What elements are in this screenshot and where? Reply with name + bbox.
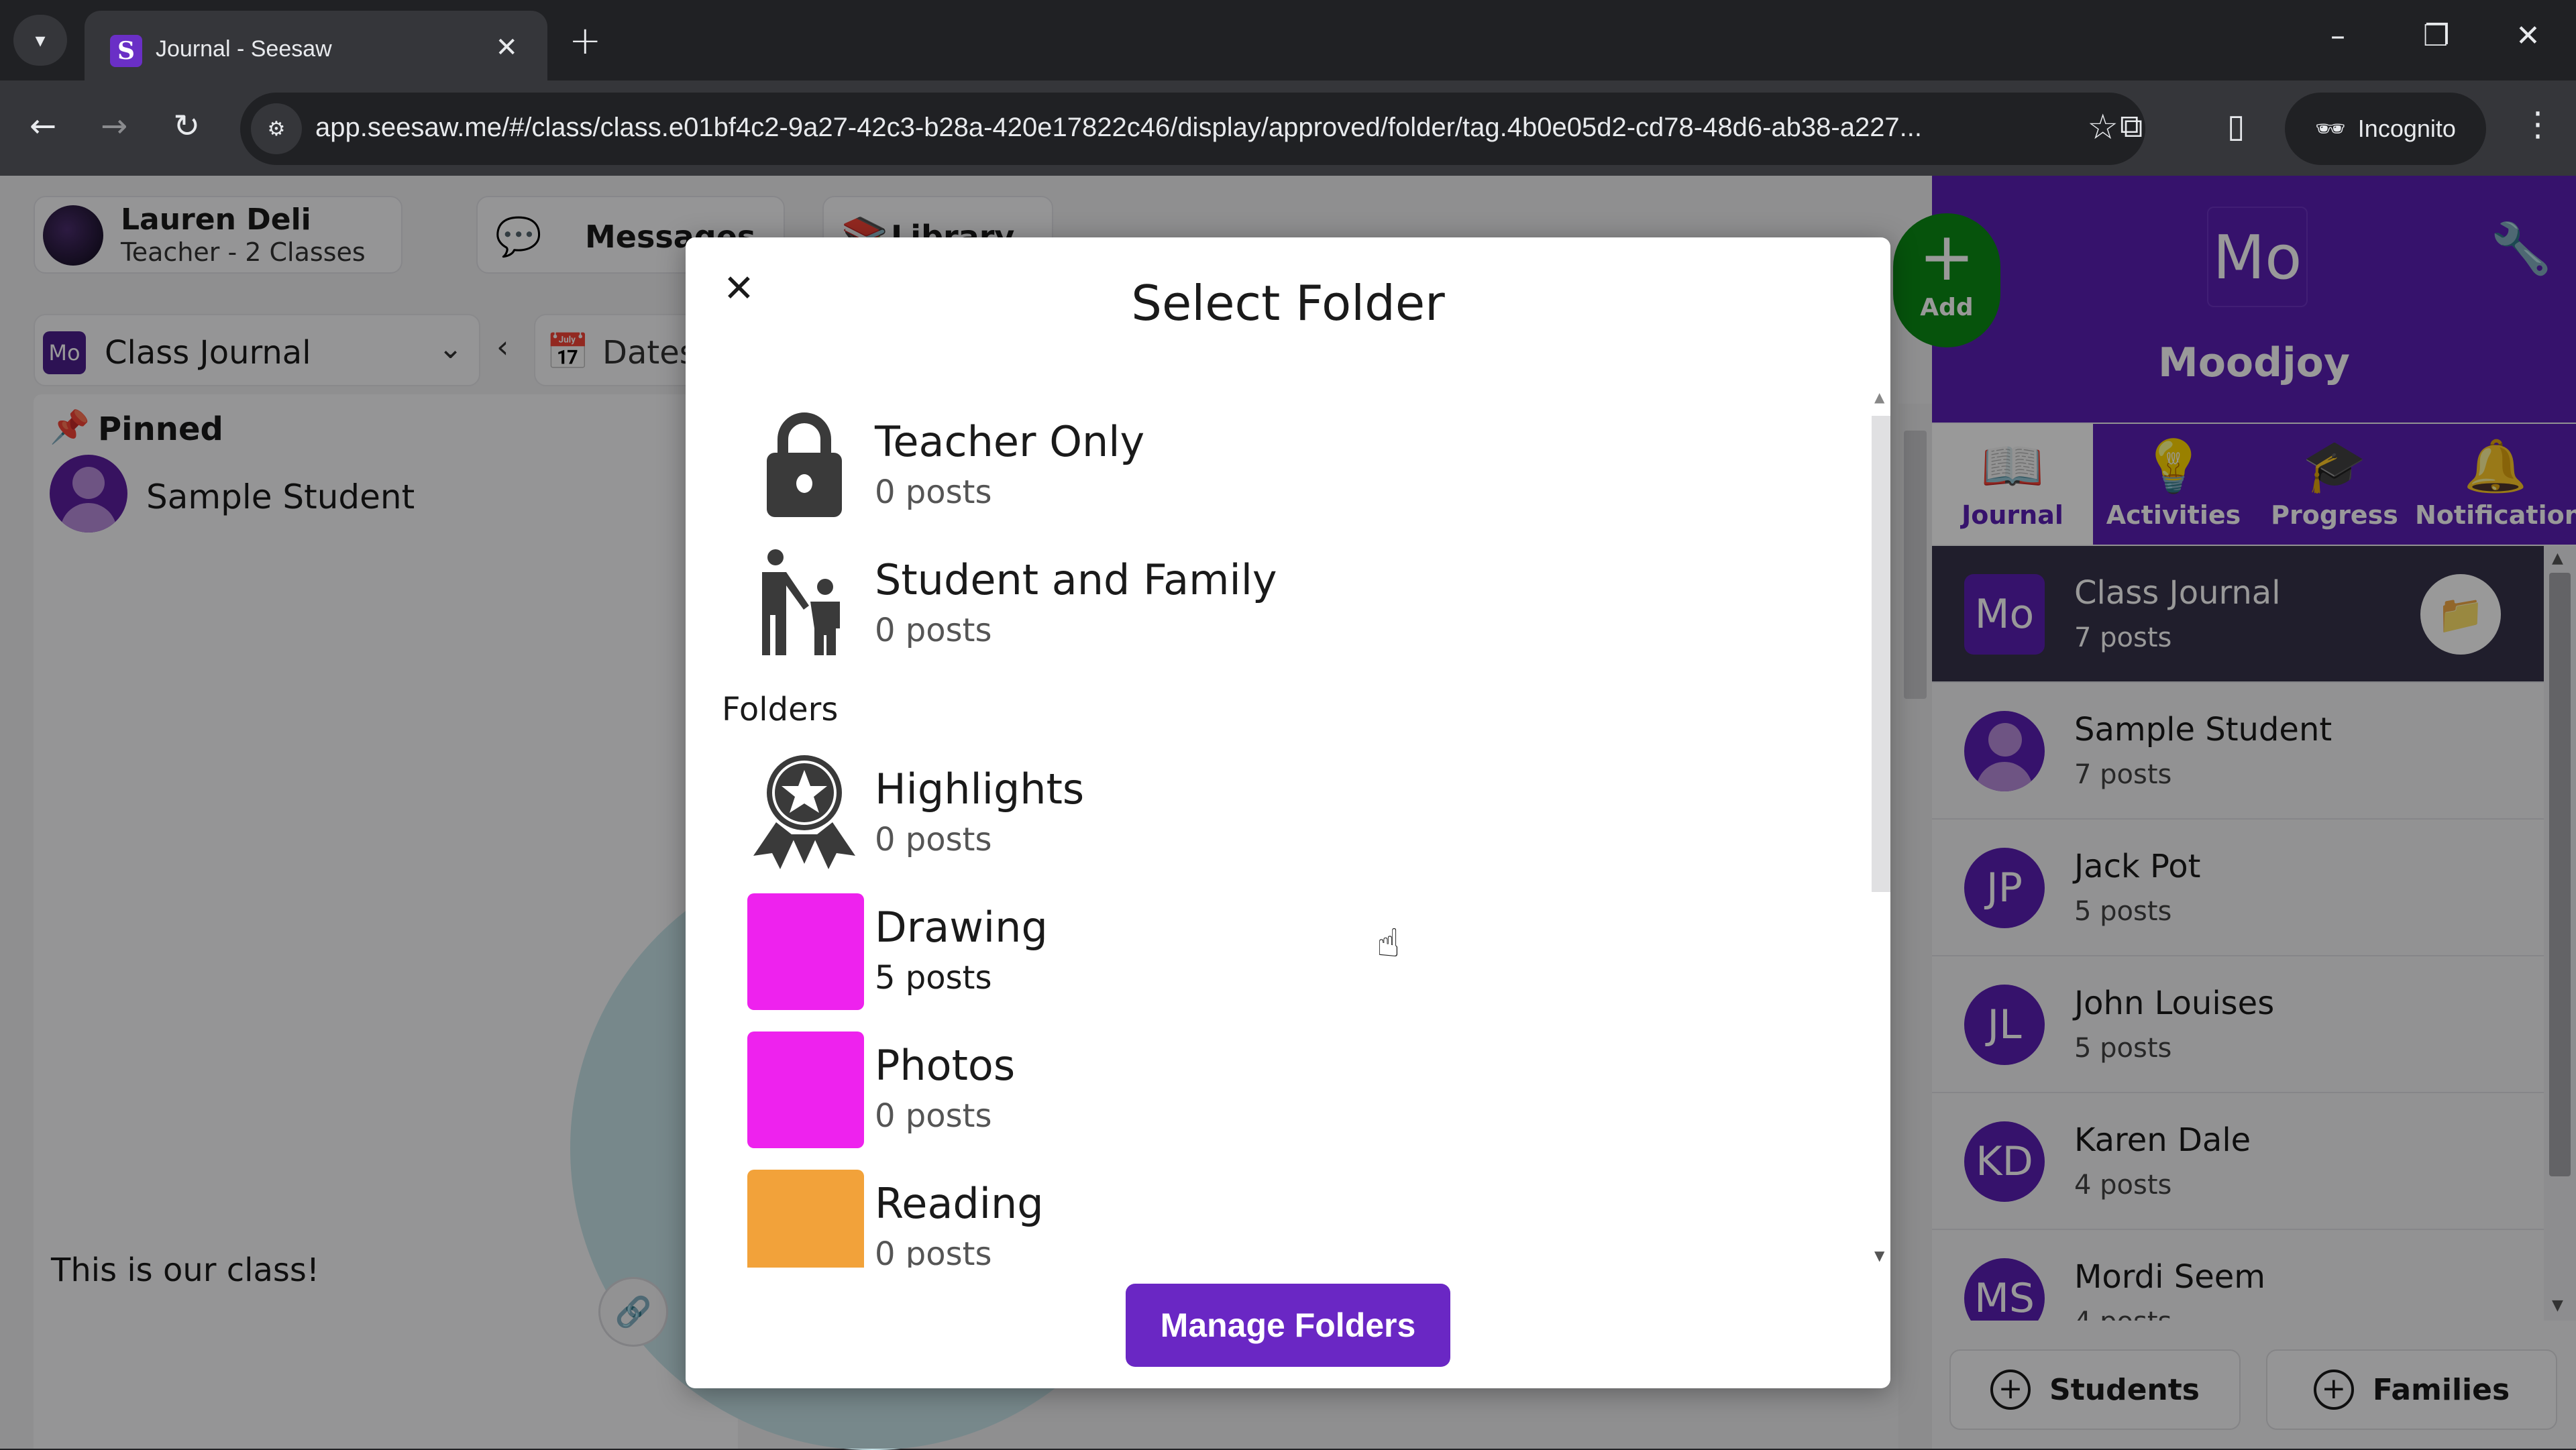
select-folder-dialog: ✕ Select Folder Teacher Only 0 posts Stu… <box>686 237 1890 1388</box>
incognito-icon: 🕶 <box>2315 115 2346 142</box>
folder-post-count: 0 posts <box>875 612 992 649</box>
new-tab-button[interactable]: + <box>569 17 602 63</box>
folder-post-count: 0 posts <box>875 1097 992 1135</box>
family-icon <box>746 545 863 661</box>
seesaw-favicon-icon: S <box>110 35 142 67</box>
folder-post-count: 5 posts <box>875 959 992 997</box>
folder-name: Highlights <box>875 765 1085 814</box>
scrollbar-thumb[interactable] <box>1872 416 1890 892</box>
folder-name: Photos <box>875 1041 1016 1090</box>
scroll-down-icon[interactable]: ▼ <box>1874 1247 1884 1264</box>
forward-arrow-icon[interactable]: → <box>101 107 127 145</box>
award-ribbon-icon <box>746 754 863 871</box>
folder-color-swatch <box>747 1170 864 1268</box>
browser-toolbar: ← → ↻ ⚙ app.seesaw.me/#/class/class.e01b… <box>0 80 2576 176</box>
incognito-indicator[interactable]: 🕶 Incognito <box>2285 93 2486 165</box>
folder-post-count: 0 posts <box>875 473 992 511</box>
url-text[interactable]: app.seesaw.me/#/class/class.e01bf4c2-9a2… <box>315 113 1922 143</box>
folder-name: Teacher Only <box>875 417 1145 466</box>
hand-pointer-cursor-icon: ☝ <box>1377 920 1401 966</box>
restore-icon[interactable]: ❐ <box>2423 19 2449 53</box>
folder-post-count: 0 posts <box>875 1235 992 1268</box>
browser-menu-icon[interactable]: ⋮ <box>2521 105 2555 144</box>
folder-list: Teacher Only 0 posts Student and Family … <box>686 389 1866 1268</box>
folder-list-scrollbar[interactable]: ▲ ▼ <box>1872 389 1890 1268</box>
folder-name: Drawing <box>875 903 1048 952</box>
tab-close-icon[interactable]: ✕ <box>495 32 518 63</box>
folder-option-reading[interactable]: Reading 0 posts <box>686 1151 1866 1268</box>
folder-color-swatch <box>747 893 864 1010</box>
folder-post-count: 0 posts <box>875 821 992 858</box>
manage-folders-button[interactable]: Manage Folders <box>1126 1284 1450 1367</box>
extensions-icon[interactable]: ⧉ <box>2120 107 2143 146</box>
tab-title: Journal - Seesaw <box>156 36 332 62</box>
section-label: Folders <box>722 691 839 728</box>
folder-color-swatch <box>747 1031 864 1148</box>
bookmark-star-icon[interactable]: ☆ <box>2087 107 2118 148</box>
chevron-down-icon: ▾ <box>35 28 46 52</box>
tab-list-button[interactable]: ▾ <box>13 15 67 66</box>
window-close-icon[interactable]: ✕ <box>2516 19 2540 53</box>
dialog-title: Select Folder <box>1131 275 1445 331</box>
folder-option-teacher-only[interactable]: Teacher Only 0 posts <box>686 389 1866 527</box>
folders-section-heading: Folders <box>686 665 1866 736</box>
folder-option-highlights[interactable]: Highlights 0 posts <box>686 736 1866 875</box>
folder-option-photos[interactable]: Photos 0 posts <box>686 1013 1866 1151</box>
reload-icon[interactable]: ↻ <box>173 107 200 145</box>
side-panel-icon[interactable]: ▯ <box>2227 107 2245 145</box>
folder-name: Reading <box>875 1179 1044 1228</box>
site-info-icon[interactable]: ⚙ <box>251 103 302 154</box>
address-bar[interactable]: ⚙ app.seesaw.me/#/class/class.e01bf4c2-9… <box>240 93 2145 165</box>
folder-name: Student and Family <box>875 555 1277 604</box>
folder-option-student-and-family[interactable]: Student and Family 0 posts <box>686 527 1866 665</box>
lock-icon <box>746 406 863 523</box>
scroll-up-icon[interactable]: ▲ <box>1874 389 1884 405</box>
folder-option-drawing[interactable]: Drawing 5 posts <box>686 875 1866 1013</box>
back-arrow-icon[interactable]: ← <box>30 107 56 145</box>
browser-tab-bar: ▾ S Journal - Seesaw ✕ + – ❐ ✕ <box>0 0 2576 80</box>
browser-tab-active[interactable]: S Journal - Seesaw ✕ <box>85 11 547 80</box>
minimize-icon[interactable]: – <box>2330 19 2345 53</box>
incognito-label: Incognito <box>2357 115 2456 142</box>
